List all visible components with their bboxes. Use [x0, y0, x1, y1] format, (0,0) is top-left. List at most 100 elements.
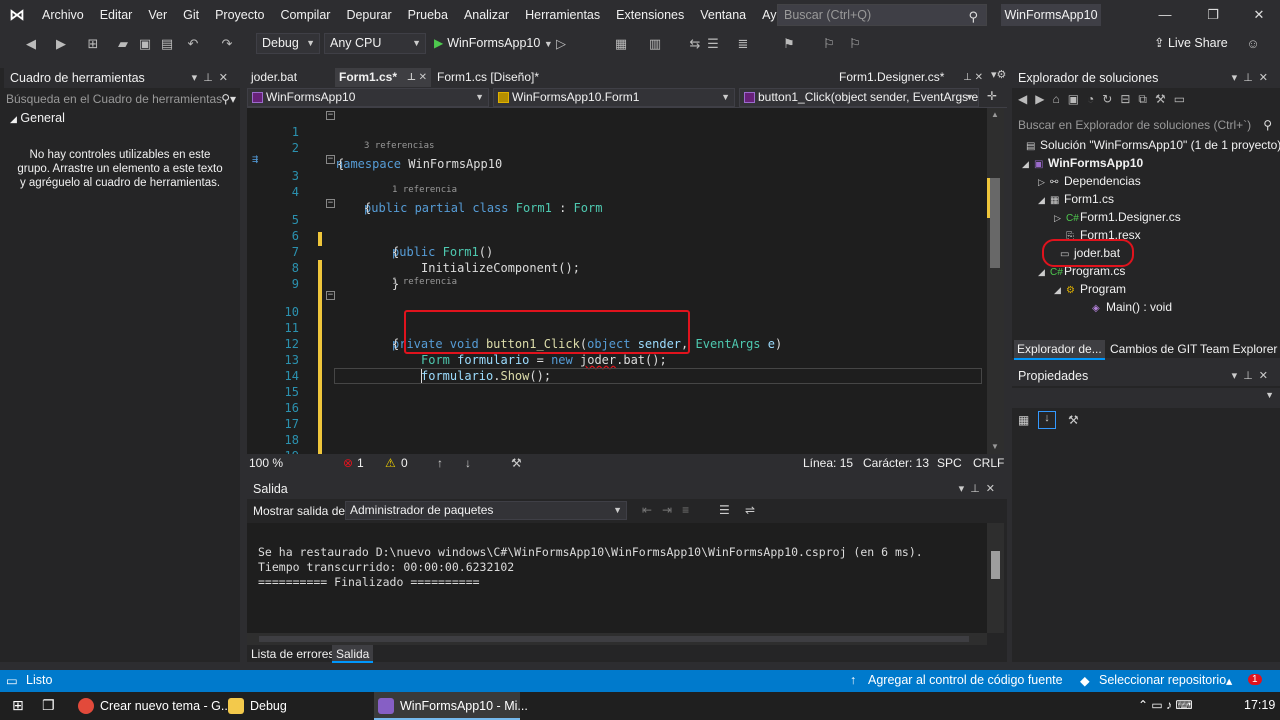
codelens-references[interactable]: 1 referencia — [392, 185, 457, 195]
tree-item-main[interactable]: ◈ Main() : void — [1092, 298, 1172, 316]
save-icon[interactable]: ▣ — [136, 35, 154, 53]
global-search-input[interactable]: Buscar (Ctrl+Q) ⚲ — [777, 4, 987, 26]
forward-icon[interactable]: ▶ — [52, 35, 70, 53]
add-source-control-button[interactable]: Agregar al control de código fuente — [868, 673, 1063, 687]
scroll-thumb[interactable] — [259, 636, 969, 642]
bookmark-icon[interactable]: ⚑ — [780, 35, 798, 53]
menu-ver[interactable]: Ver — [140, 0, 175, 30]
solution-toolbar-icons[interactable]: ◀▶⌂▣◔↻⊟⧉⚒▭ — [1018, 92, 1193, 107]
task-chrome[interactable]: Crear nuevo tema - G... — [74, 692, 231, 720]
member-nav-select[interactable]: button1_Click(object sender, EventArgs e… — [739, 88, 979, 107]
cleanup-icon[interactable]: ⚒ — [511, 456, 522, 470]
clock[interactable]: 17:19 — [1244, 698, 1275, 712]
menu-analizar[interactable]: Analizar — [456, 0, 517, 30]
new-project-icon[interactable]: ⊞ — [84, 35, 102, 53]
tree-item-solution[interactable]: ▤ Solución "WinFormsApp10" (1 de 1 proyec… — [1026, 136, 1280, 154]
tab-solution-explorer[interactable]: Explorador de... — [1014, 340, 1105, 360]
scroll-thumb[interactable] — [990, 178, 1000, 268]
menu-depurar[interactable]: Depurar — [338, 0, 399, 30]
toolbox-group-general[interactable]: ◢ General — [10, 111, 65, 125]
tab-joder-bat[interactable]: joder.bat — [247, 68, 333, 87]
code-editor[interactable]: 1 − namespace WinFormsApp10 2 { 3 refere… — [247, 108, 987, 454]
platform-select[interactable]: Any CPU ▼ — [324, 33, 426, 54]
clear-all-icon[interactable]: ☰ — [719, 503, 730, 517]
menu-extensiones[interactable]: Extensiones — [608, 0, 692, 30]
solution-search-input[interactable]: Buscar en Explorador de soluciones (Ctrl… — [1018, 116, 1276, 134]
tab-form1-cs[interactable]: Form1.cs* ⊥ ✕ — [335, 68, 431, 87]
tab-error-list[interactable]: Lista de errores — [247, 645, 338, 663]
output-text[interactable]: Se ha restaurado D:\nuevo windows\C#\Win… — [247, 523, 987, 633]
scroll-thumb[interactable] — [991, 551, 1000, 579]
windows-start-icon[interactable]: ⊞ — [12, 697, 24, 714]
toolbox-search-input[interactable]: Búsqueda en el Cuadro de herramientas ⚲▾ — [6, 90, 236, 108]
tree-item-dependencies[interactable]: ▷ ⚯ Dependencias — [1038, 172, 1141, 190]
maximize-button[interactable]: ❐ — [1190, 0, 1236, 30]
collapse-icon[interactable]: − — [326, 199, 335, 208]
tab-form1-designer[interactable]: Form1.Designer.cs* ⊥ ✕ — [835, 68, 987, 87]
output-toolbar-icons[interactable]: ⇤⇥≡ — [642, 503, 699, 517]
codelens-references[interactable]: 1 referencia — [392, 277, 457, 287]
menu-ventana[interactable]: Ventana — [692, 0, 754, 30]
start-debug-button[interactable]: ▶ WinFormsApp10 ▼ — [434, 33, 553, 54]
tree-item-project[interactable]: ◢ ▣ WinFormsApp10 — [1022, 154, 1143, 172]
menu-compilar[interactable]: Compilar — [272, 0, 338, 30]
solution-icon[interactable]: ▦ — [612, 35, 630, 53]
bookmark-prev-icon[interactable]: ⚐ — [820, 35, 838, 53]
menu-editar[interactable]: Editar — [92, 0, 141, 30]
output-source-select[interactable]: Administrador de paquetes ▼ — [345, 501, 627, 520]
undo-icon[interactable]: ↶ — [184, 35, 202, 53]
menu-prueba[interactable]: Prueba — [400, 0, 456, 30]
designer-glyph-icon[interactable]: ⇶ — [252, 154, 258, 165]
menu-archivo[interactable]: Archivo — [34, 0, 92, 30]
scroll-down-icon[interactable]: ▼ — [991, 442, 999, 451]
tree-item-form1-designer[interactable]: ▷ C#Form1.Designer.cs — [1054, 208, 1181, 226]
property-pages-icon[interactable]: ⚒ — [1068, 413, 1079, 427]
split-icon[interactable]: ✛ — [987, 89, 997, 103]
collapse-icon[interactable]: − — [326, 155, 335, 164]
alphabetical-icon[interactable]: ↓ — [1038, 411, 1056, 429]
zoom-select[interactable]: 100 % — [249, 456, 283, 470]
menu-git[interactable]: Git — [175, 0, 207, 30]
menu-herramientas[interactable]: Herramientas — [517, 0, 608, 30]
save-all-icon[interactable]: ▤ — [158, 35, 176, 53]
warning-count[interactable]: 0 — [401, 456, 408, 470]
back-icon[interactable]: ◀ — [22, 35, 40, 53]
close-button[interactable]: ✕ — [1236, 0, 1280, 30]
minimize-button[interactable]: — — [1142, 0, 1188, 30]
bookmark-next-icon[interactable]: ⚐ — [846, 35, 864, 53]
open-folder-icon[interactable]: ▰ — [114, 35, 132, 53]
project-nav-select[interactable]: WinFormsApp10 ▼ — [247, 88, 489, 107]
spc-indicator[interactable]: SPC — [937, 456, 962, 470]
arrow-down-icon[interactable]: ↓ — [465, 456, 471, 470]
select-repo-button[interactable]: Seleccionar repositorio — [1099, 673, 1226, 687]
output-scrollbar[interactable] — [987, 523, 1004, 633]
live-share-button[interactable]: ⇪ Live Share — [1154, 35, 1228, 50]
pin-icon[interactable]: ▾⊥✕ — [1232, 366, 1274, 386]
menu-proyecto[interactable]: Proyecto — [207, 0, 272, 30]
pin-icon[interactable]: ▾⊥✕ — [959, 479, 1001, 499]
collapse-icon[interactable]: − — [326, 111, 335, 120]
class-nav-select[interactable]: WinFormsApp10.Form1 ▼ — [493, 88, 735, 107]
close-icon[interactable]: ⊥ ✕ — [963, 68, 983, 87]
word-wrap-icon[interactable]: ⇌ — [745, 503, 755, 517]
tree-item-program-class[interactable]: ◢ ⚙ Program — [1054, 280, 1126, 298]
pin-icon[interactable]: ▾⊥✕ — [1232, 68, 1274, 88]
layout-icon[interactable]: ▥ — [646, 35, 664, 53]
properties-object-select[interactable]: ▼ — [1012, 388, 1280, 408]
scroll-up-icon[interactable]: ▲ — [991, 110, 999, 119]
configuration-select[interactable]: Debug ▼ — [256, 33, 320, 54]
arrow-up-icon[interactable]: ↑ — [437, 456, 443, 470]
task-debug-folder[interactable]: Debug — [224, 692, 370, 720]
error-count[interactable]: 1 — [357, 456, 364, 470]
tab-team-explorer[interactable]: Team Explorer — [1200, 340, 1277, 358]
tab-git-changes[interactable]: Cambios de GIT — [1110, 340, 1197, 358]
step-icon[interactable]: ⇆ — [686, 35, 704, 53]
visual-studio-logo-icon[interactable]: ⋈ — [0, 0, 34, 30]
tab-output[interactable]: Salida — [332, 645, 374, 663]
output-hscrollbar[interactable] — [247, 633, 987, 645]
feedback-icon[interactable]: ☺ — [1244, 35, 1262, 53]
notifications-badge[interactable]: 1 — [1248, 674, 1262, 685]
start-without-debug-icon[interactable]: ▷ — [552, 35, 570, 53]
editor-scrollbar[interactable]: ▲ ▼ — [987, 108, 1004, 454]
tray-icons[interactable]: ⌃ ▭ ♪ ⌨ — [1138, 698, 1193, 712]
